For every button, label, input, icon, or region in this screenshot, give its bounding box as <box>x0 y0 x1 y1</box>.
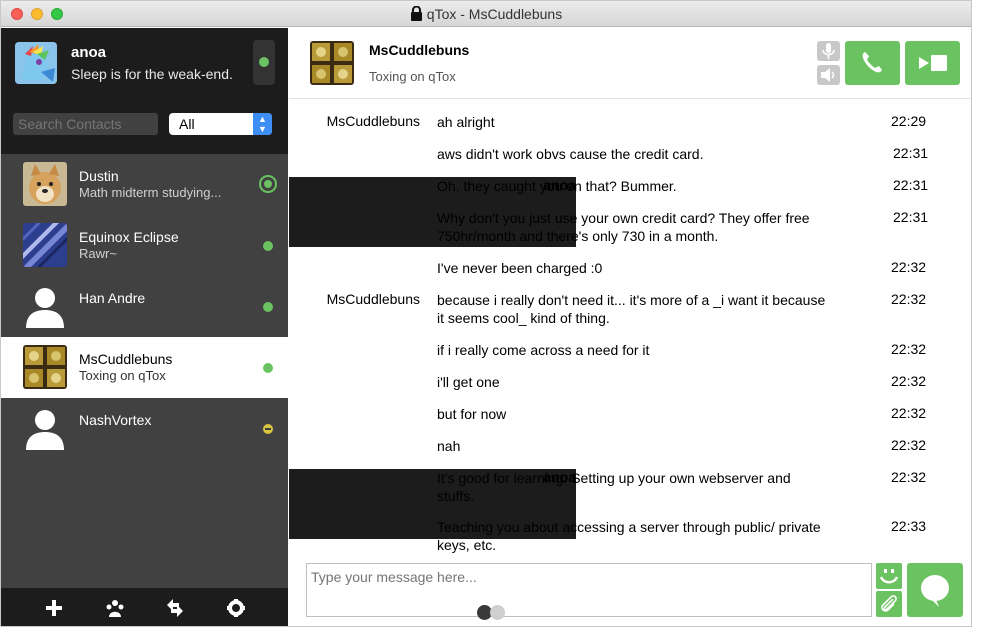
contact-avatar <box>23 284 67 328</box>
contact-item-nashvortex[interactable]: NashVortex <box>1 398 288 459</box>
emoticon-button[interactable] <box>876 563 902 589</box>
message-text: aws didn't work obvs cause the credit ca… <box>437 146 704 162</box>
contact-avatar <box>23 406 67 450</box>
message-time: 22:31 <box>893 177 929 193</box>
pager-dot <box>490 605 505 620</box>
title-bar: qTox - MsCuddlebuns <box>1 1 971 27</box>
message-text: Why don't you just use your own credit c… <box>437 210 810 244</box>
window-title-wrap: qTox - MsCuddlebuns <box>1 5 971 24</box>
search-contacts-input[interactable] <box>13 113 158 135</box>
chat-header: MsCuddlebuns Toxing on qTox <box>289 28 971 99</box>
contact-filter-select[interactable]: All ▲ ▼ <box>169 113 272 135</box>
search-bar: All ▲▼ <box>1 98 288 154</box>
message-time: 22:29 <box>891 113 927 129</box>
message-time: 22:32 <box>891 437 927 453</box>
away-status-icon <box>263 424 273 434</box>
sidebar: anoa Sleep is for the weak-end. All ▲▼ <box>1 28 288 626</box>
contact-name: Equinox Eclipse <box>79 229 179 245</box>
message-text: i'll get one <box>437 374 500 390</box>
send-message-button[interactable] <box>907 563 963 617</box>
file-transfer-icon[interactable] <box>164 597 186 619</box>
self-status-button[interactable] <box>253 40 275 85</box>
message-time: 22:32 <box>891 291 927 307</box>
send-icon <box>921 575 949 607</box>
message-time: 22:32 <box>891 259 927 275</box>
contact-filter-value: All <box>179 116 195 132</box>
settings-icon[interactable] <box>225 597 247 619</box>
online-status-icon <box>263 241 273 251</box>
message-text: if i really come across a need for it <box>437 342 650 358</box>
phone-icon <box>862 52 882 73</box>
contact-name: Dustin <box>79 168 119 184</box>
self-name[interactable]: anoa <box>71 44 106 61</box>
message-text: ah alright <box>437 114 495 130</box>
contact-status-message: Toxing on qTox <box>79 368 166 383</box>
message-input-area <box>289 561 971 626</box>
self-profile: anoa Sleep is for the weak-end. <box>1 28 288 98</box>
volume-button[interactable] <box>817 65 840 85</box>
default-person-icon <box>26 410 64 450</box>
chat-log: MsCuddlebuns ah alright 22:29 aws didn't… <box>289 99 971 561</box>
message-text: Teaching you about accessing a server th… <box>437 519 821 553</box>
message-time: 22:32 <box>891 373 927 389</box>
contact-item-han-andre[interactable]: Han Andre <box>1 276 288 337</box>
online-notification-icon <box>259 175 277 193</box>
add-friend-icon[interactable] <box>43 597 65 619</box>
audio-call-button[interactable] <box>845 41 900 85</box>
message-author: MsCuddlebuns <box>326 113 420 129</box>
qtox-window: qTox - MsCuddlebuns anoa Sleep is for th… <box>0 0 972 627</box>
emoticon-icon <box>879 569 899 584</box>
chat-contact-name: MsCuddlebuns <box>369 42 470 58</box>
contact-item-mscuddlebuns[interactable]: MsCuddlebuns Toxing on qTox <box>1 337 288 398</box>
message-author: MsCuddlebuns <box>326 291 420 307</box>
select-arrows-icon: ▲ ▼ <box>253 113 272 135</box>
contact-status-message: Rawr~ <box>79 246 117 261</box>
contact-avatar <box>23 162 67 206</box>
message-text: It's good for learning. Setting up your … <box>437 470 791 504</box>
message-time: 22:32 <box>891 469 927 485</box>
message-time: 22:32 <box>891 405 927 421</box>
contact-status-message: Math midterm studying... <box>79 185 222 200</box>
attach-file-button[interactable] <box>876 591 902 617</box>
message-time: 22:33 <box>891 518 927 534</box>
contact-name: MsCuddlebuns <box>79 351 173 367</box>
contact-name: Han Andre <box>79 290 146 306</box>
message-time: 22:32 <box>891 341 927 357</box>
microphone-icon <box>822 43 835 59</box>
message-time: 22:31 <box>893 209 929 225</box>
contact-avatar <box>23 345 67 389</box>
contact-list: Dustin Math midterm studying... Equinox … <box>1 154 288 459</box>
volume-icon <box>821 68 835 82</box>
contact-avatar <box>23 223 67 267</box>
chat-contact-status: Toxing on qTox <box>369 69 456 84</box>
message-text: because i really don't need it... it's m… <box>437 292 826 326</box>
scroll-indicator <box>477 605 505 625</box>
self-avatar[interactable] <box>15 42 57 84</box>
message-text: I've never been charged :0 <box>437 260 603 276</box>
message-text: nah <box>437 438 461 454</box>
message-text: Oh, they caught you on that? Bummer. <box>437 178 677 194</box>
contact-item-dustin[interactable]: Dustin Math midterm studying... <box>1 154 288 215</box>
contact-item-equinox-eclipse[interactable]: Equinox Eclipse Rawr~ <box>1 215 288 276</box>
window-title: qTox - MsCuddlebuns <box>426 6 563 22</box>
contact-name: NashVortex <box>79 412 152 428</box>
sidebar-bottom-bar <box>1 588 288 626</box>
online-status-icon <box>263 363 273 373</box>
message-text: but for now <box>437 406 507 422</box>
chat-contact-avatar <box>310 41 354 85</box>
message-input[interactable] <box>306 563 872 617</box>
group-icon[interactable] <box>104 597 126 619</box>
microphone-button[interactable] <box>817 41 840 61</box>
video-call-button[interactable] <box>905 41 960 85</box>
video-icon <box>919 55 947 71</box>
message-time: 22:31 <box>893 145 929 161</box>
default-person-icon <box>26 288 64 328</box>
online-status-icon <box>263 302 273 312</box>
attach-icon <box>881 595 897 612</box>
self-status-message[interactable]: Sleep is for the weak-end. <box>71 66 233 82</box>
online-status-icon <box>259 57 269 67</box>
lock-icon <box>410 5 423 24</box>
